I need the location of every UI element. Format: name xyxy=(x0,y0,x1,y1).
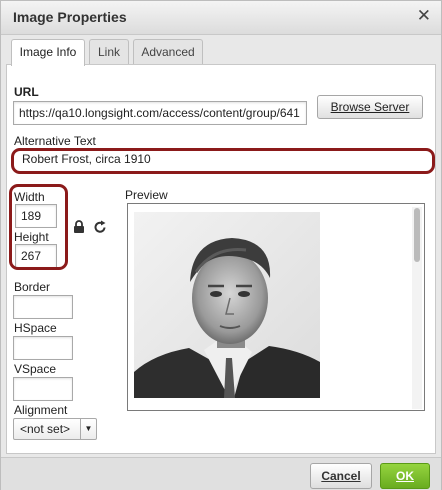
preview-label: Preview xyxy=(125,188,168,202)
dialog-title: Image Properties xyxy=(13,9,127,25)
chevron-down-icon: ▼ xyxy=(80,419,96,439)
tab-image-info[interactable]: Image Info xyxy=(11,39,85,66)
alignment-selected-value: <not set> xyxy=(20,422,71,436)
width-input[interactable]: 189 xyxy=(15,204,57,228)
alt-text-label: Alternative Text xyxy=(14,134,96,148)
preview-box[interactable] xyxy=(127,203,425,411)
alignment-label: Alignment xyxy=(14,403,68,417)
vspace-input[interactable] xyxy=(13,377,73,401)
hspace-input[interactable] xyxy=(13,336,73,360)
close-icon[interactable]: ✕ xyxy=(417,6,431,26)
border-label: Border xyxy=(14,280,51,294)
height-label: Height xyxy=(14,230,49,244)
vspace-label: VSpace xyxy=(14,362,57,376)
width-label: Width xyxy=(14,190,45,204)
dialog-titlebar[interactable]: Image Properties ✕ xyxy=(1,1,441,35)
alignment-select[interactable]: <not set> ▼ xyxy=(13,418,97,440)
hspace-label: HSpace xyxy=(14,321,57,335)
tab-advanced[interactable]: Advanced xyxy=(133,39,203,65)
dialog-footer: Cancel OK xyxy=(1,457,441,490)
browse-server-button[interactable]: Browse Server xyxy=(317,95,423,119)
url-label: URL xyxy=(14,85,39,99)
preview-image xyxy=(134,212,320,398)
url-input[interactable]: https://qa10.longsight.com/access/conten… xyxy=(13,101,307,125)
cancel-button[interactable]: Cancel xyxy=(310,463,372,489)
image-info-panel: URL https://qa10.longsight.com/access/co… xyxy=(6,64,436,454)
reset-size-icon[interactable] xyxy=(94,220,107,239)
alt-text-input[interactable]: Robert Frost, circa 1910 xyxy=(17,150,431,170)
tab-link[interactable]: Link xyxy=(89,39,129,65)
lock-icon[interactable] xyxy=(73,220,85,239)
ok-button[interactable]: OK xyxy=(380,463,430,489)
height-input[interactable]: 267 xyxy=(15,244,57,268)
preview-scrollbar[interactable] xyxy=(412,207,422,409)
border-input[interactable] xyxy=(13,295,73,319)
image-properties-dialog: Image Properties ✕ Image Info Link Advan… xyxy=(0,0,442,490)
preview-scroll-thumb[interactable] xyxy=(414,208,420,262)
